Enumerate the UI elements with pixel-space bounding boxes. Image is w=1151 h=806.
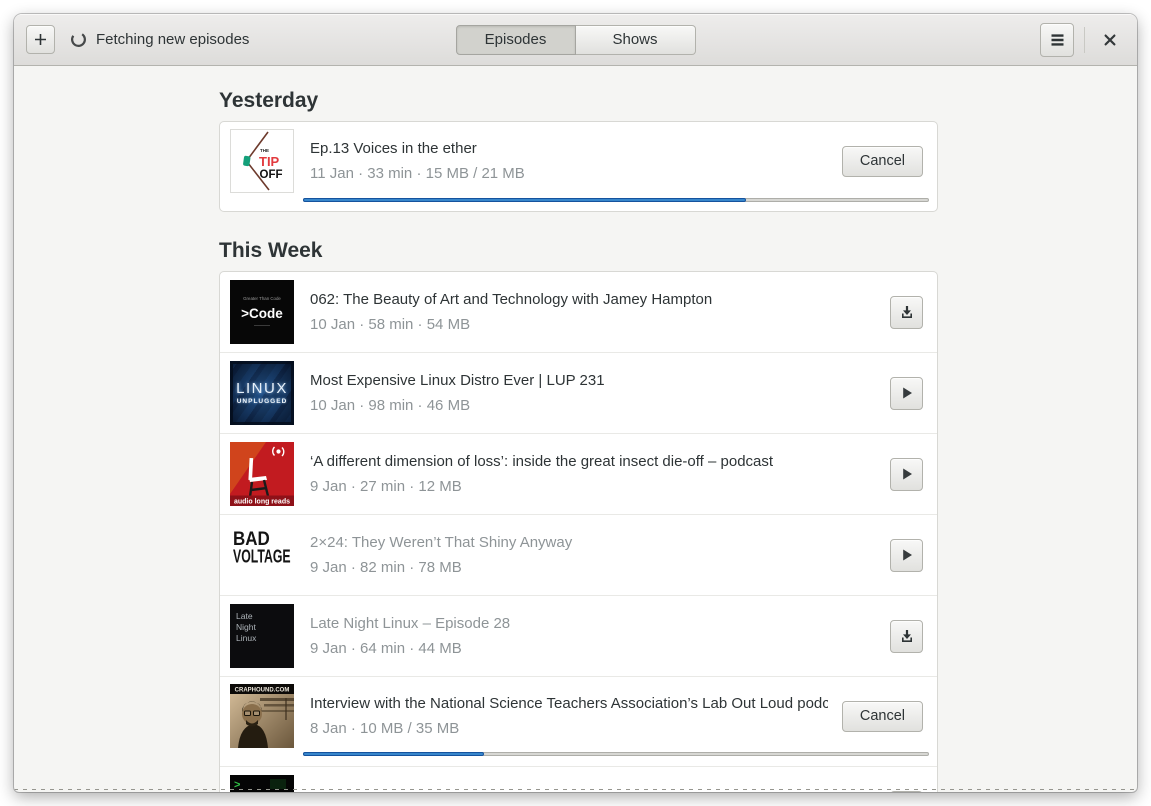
podcast-artwork-late-night-linux: Late Night Linux <box>230 604 294 668</box>
episode-row: audio long reads ‘A different dimension … <box>220 433 937 514</box>
episode-meta: 9 Jan · 82 min · 78 MB <box>310 559 462 576</box>
artwork-text: audio long reads <box>234 499 290 506</box>
play-episode-button[interactable] <box>890 376 923 410</box>
episode-title: Late Night Linux – Episode 28 <box>310 615 511 632</box>
this-week-card: Greater Than Code >Code 062: The Beauty … <box>219 271 938 792</box>
close-window-button[interactable] <box>1095 25 1125 55</box>
episode-row: LINUX UNPLUGGED Most Expensive Linux Dis… <box>220 352 937 433</box>
hamburger-icon <box>1051 33 1063 46</box>
play-icon <box>902 387 912 399</box>
scroll-undershoot-indicator <box>14 789 1137 790</box>
podcast-artwork-craphound: CRAPHOUND.COM <box>230 684 294 748</box>
artwork-text: Greater Than Code <box>243 296 281 301</box>
artwork-text: Late <box>236 611 253 621</box>
episode-row: BAD VOLTAGE 2×24: They Weren’t That Shin… <box>220 514 937 595</box>
episode-row: Late Night Linux Late Night Linux – Epis… <box>220 595 937 676</box>
episode-title: ‘A different dimension of loss’: inside … <box>310 453 774 470</box>
play-icon <box>902 549 912 561</box>
podcasts-app-window: Fetching new episodes Episodes Shows Yes… <box>14 14 1137 792</box>
play-episode-button[interactable] <box>890 457 923 491</box>
loading-spinner-icon <box>70 31 87 48</box>
plus-icon <box>35 34 46 45</box>
episode-title: 062: The Beauty of Art and Technology wi… <box>310 291 713 308</box>
cancel-download-button[interactable]: Cancel <box>841 700 923 732</box>
artwork-text: THE <box>260 148 269 153</box>
episode-meta: 10 Jan · 58 min · 54 MB <box>310 316 471 333</box>
episode-title: Ep.13 Voices in the ether <box>310 140 477 157</box>
yesterday-card: THE TIP OFF Ep.13 Voices in the ether 11… <box>219 121 938 212</box>
cancel-download-button[interactable]: Cancel <box>841 145 923 177</box>
download-progressbar <box>303 198 929 202</box>
episode-meta: 8 Jan · 10 MB / 35 MB <box>310 720 460 737</box>
episode-title: Interview with the National Science Teac… <box>310 695 828 712</box>
add-podcast-button[interactable] <box>26 25 55 54</box>
episode-row: THE TIP OFF Ep.13 Voices in the ether 11… <box>220 122 937 211</box>
episode-meta: 10 Jan · 98 min · 46 MB <box>310 397 471 414</box>
artwork-text: Linux <box>236 633 257 643</box>
section-title-yesterday: Yesterday <box>219 89 319 112</box>
artwork-text: VOLTAGE <box>233 546 291 568</box>
episode-row: CRAPHOUND.COM Interview with the Nationa… <box>220 676 937 766</box>
episode-meta: 9 Jan · 64 min · 44 MB <box>310 640 462 657</box>
play-episode-button[interactable] <box>890 538 923 572</box>
header-bar: Fetching new episodes Episodes Shows <box>14 14 1137 66</box>
artwork-text: >Code <box>241 306 283 321</box>
menu-button[interactable] <box>1040 22 1074 57</box>
tab-episodes[interactable]: Episodes <box>455 24 576 55</box>
close-icon <box>1104 34 1116 45</box>
podcast-artwork-greater-than-code: Greater Than Code >Code <box>230 280 294 344</box>
download-icon <box>901 306 912 318</box>
play-icon <box>902 468 912 480</box>
podcast-artwork-linux-unplugged: LINUX UNPLUGGED <box>230 361 294 425</box>
download-icon <box>901 630 912 642</box>
artwork-text: Night <box>236 622 256 632</box>
podcast-artwork-the-tip-off: THE TIP OFF <box>230 129 294 193</box>
artwork-text: OFF <box>260 169 283 181</box>
download-episode-button[interactable] <box>890 295 923 329</box>
artwork-text: LINUX <box>236 380 288 397</box>
artwork-text: CRAPHOUND.COM <box>235 688 290 694</box>
tab-shows[interactable]: Shows <box>575 24 696 55</box>
episode-title: 2×24: They Weren’t That Shiny Anyway <box>310 534 573 551</box>
progress-fill <box>303 752 484 756</box>
episode-row: Greater Than Code >Code 062: The Beauty … <box>220 272 937 352</box>
view-switcher: Episodes Shows <box>455 24 696 55</box>
status-text: Fetching new episodes <box>96 31 250 48</box>
download-episode-button[interactable] <box>890 619 923 653</box>
download-episode-button[interactable] <box>890 790 923 792</box>
header-separator <box>1084 26 1085 53</box>
episode-meta: 9 Jan · 27 min · 12 MB <box>310 478 462 495</box>
artwork-text: TIP <box>259 154 280 169</box>
episode-meta: 11 Jan · 33 min · 15 MB / 21 MB <box>310 165 525 182</box>
podcast-artwork-bad-voltage: BAD VOLTAGE <box>230 523 294 587</box>
download-progressbar <box>303 752 929 756</box>
progress-fill <box>303 198 747 202</box>
episodes-scroll-area[interactable]: Yesterday THE TIP OFF Ep.13 Voices in th… <box>14 66 1137 792</box>
episode-title: Most Expensive Linux Distro Ever | LUP 2… <box>310 372 605 389</box>
section-title-this-week: This Week <box>219 239 323 262</box>
artwork-text: UNPLUGGED <box>236 398 288 405</box>
header-right-controls <box>1040 22 1125 57</box>
podcast-artwork-audio-long-reads: audio long reads <box>230 442 294 506</box>
